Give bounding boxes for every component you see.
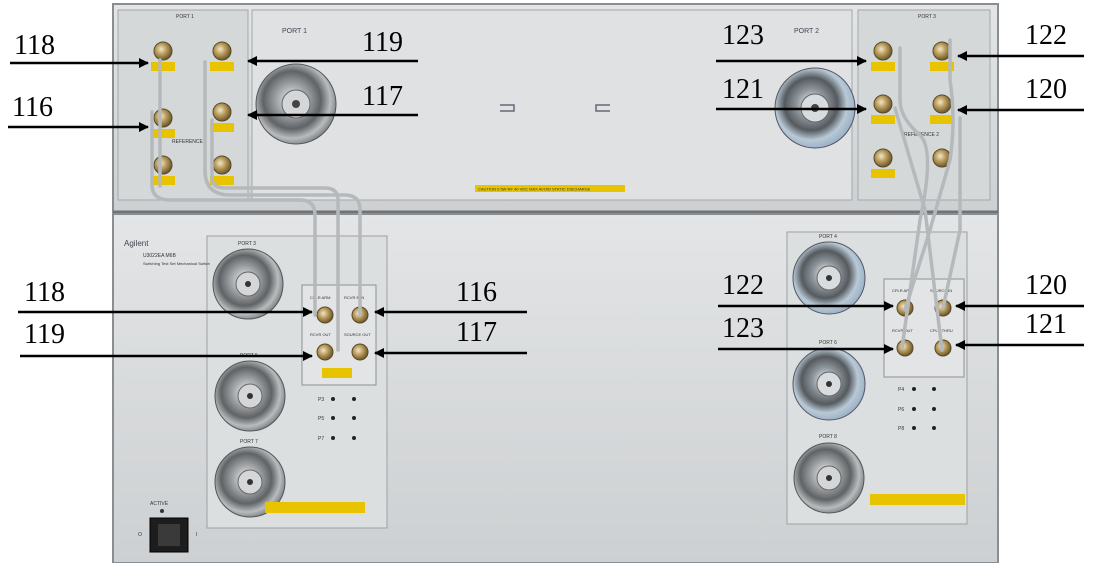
power-off-mark: O (138, 532, 142, 538)
callout-121-mid: 121 (1025, 309, 1067, 340)
port5-connector (214, 360, 286, 432)
bl-conn-label-4: SOURCE OUT (344, 332, 371, 337)
callout-120-mid: 120 (1025, 270, 1067, 301)
bl-conn-label-3: RCVR OUT (310, 332, 331, 337)
ind-label-p3: P3 (318, 397, 324, 403)
callout-119-top: 119 (362, 27, 403, 58)
callout-120-top: 120 (1025, 74, 1067, 105)
bottom-left-warning (265, 502, 365, 513)
callout-117-mid: 117 (456, 317, 497, 348)
bottom-right-warning (870, 494, 965, 505)
brand-label: Agilent (124, 239, 149, 248)
port8-connector (793, 442, 865, 514)
ind-label-p4: P4 (898, 387, 904, 393)
model-label: U3022EA M6B (143, 253, 176, 259)
callout-116-top: 116 (12, 92, 53, 123)
top-port1-group-label: PORT 1 (176, 14, 194, 20)
top-port2-label: PORT 2 (794, 28, 819, 35)
callout-119-mid: 119 (24, 319, 65, 350)
callout-118-mid: 118 (24, 277, 65, 308)
callout-122-top: 122 (1025, 20, 1067, 51)
top-port1-connector (255, 63, 337, 145)
port3-connector (212, 248, 284, 320)
top-port1-label: PORT 1 (282, 28, 307, 35)
callout-118-top: 118 (14, 30, 55, 61)
port8-label: PORT 8 (819, 434, 837, 440)
callout-122-mid: 122 (722, 270, 764, 301)
ind-label-p7: P7 (318, 436, 324, 442)
top-port3-group-label: PORT 3 (918, 14, 936, 20)
top-warning-text: CAUTION 0.5W RF 40 VDC MAX AVOID STATIC … (478, 187, 591, 192)
test-set-diagram: PORT 1 PORT 2 PORT 1 PORT 3 REFERENCE RE… (8, 3, 1084, 563)
callout-123-mid: 123 (722, 313, 764, 344)
port3-label: PORT 3 (238, 241, 256, 247)
callout-121-top: 121 (722, 74, 764, 105)
port4-label: PORT 4 (819, 234, 837, 240)
callout-117-top: 117 (362, 81, 403, 112)
ind-label-p8: P8 (898, 426, 904, 432)
port7-label: PORT 7 (240, 439, 258, 445)
port4-connector (792, 241, 866, 315)
bl-conn-label-1: CPLR ARM (310, 295, 330, 300)
power-active-label: ACTIVE (150, 501, 169, 507)
power-led (160, 509, 164, 513)
power-on-mark: I (196, 532, 197, 538)
ind-label-p5: P5 (318, 416, 324, 422)
callout-116-mid: 116 (456, 277, 497, 308)
callout-123-top: 123 (722, 20, 764, 51)
port6-label: PORT 6 (819, 340, 837, 346)
ind-label-p6: P6 (898, 407, 904, 413)
power-switch[interactable] (149, 517, 189, 553)
reference1-label: REFERENCE (172, 139, 204, 145)
port6-connector (792, 347, 866, 421)
description-label: Switching Test Set Mechanical Switch (143, 261, 210, 266)
